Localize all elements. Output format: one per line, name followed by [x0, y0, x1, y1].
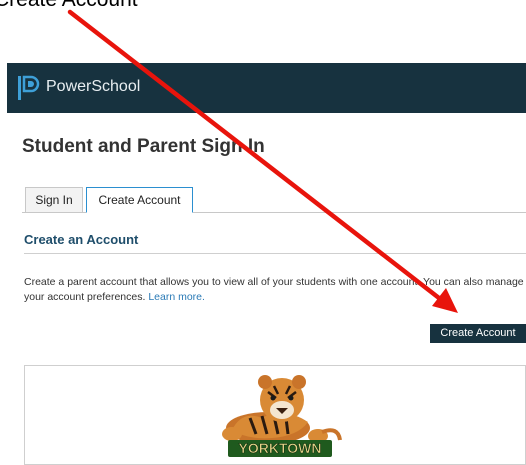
- tab-create-account[interactable]: Create Account: [86, 187, 193, 213]
- logo-banner-text: YORKTOWN: [239, 440, 322, 456]
- tiger-mascot-icon: YORKTOWN: [222, 375, 342, 457]
- brand-name: PowerSchool: [46, 78, 141, 95]
- caption-text: Create Account: [0, 0, 138, 12]
- section-title: Create an Account: [24, 232, 139, 247]
- tab-sign-in[interactable]: Sign In: [25, 187, 83, 212]
- powerschool-logo-icon: [18, 75, 40, 100]
- top-header-bar: PowerSchool: [7, 63, 526, 113]
- learn-more-link[interactable]: Learn more.: [148, 291, 205, 303]
- create-account-button[interactable]: Create Account: [430, 324, 526, 343]
- section-divider: [24, 253, 526, 254]
- district-logo-panel: YORKTOWN: [24, 365, 526, 465]
- section-description: Create a parent account that allows you …: [24, 275, 524, 305]
- page-title: Student and Parent Sign In: [22, 136, 265, 157]
- description-text: Create a parent account that allows you …: [24, 276, 524, 303]
